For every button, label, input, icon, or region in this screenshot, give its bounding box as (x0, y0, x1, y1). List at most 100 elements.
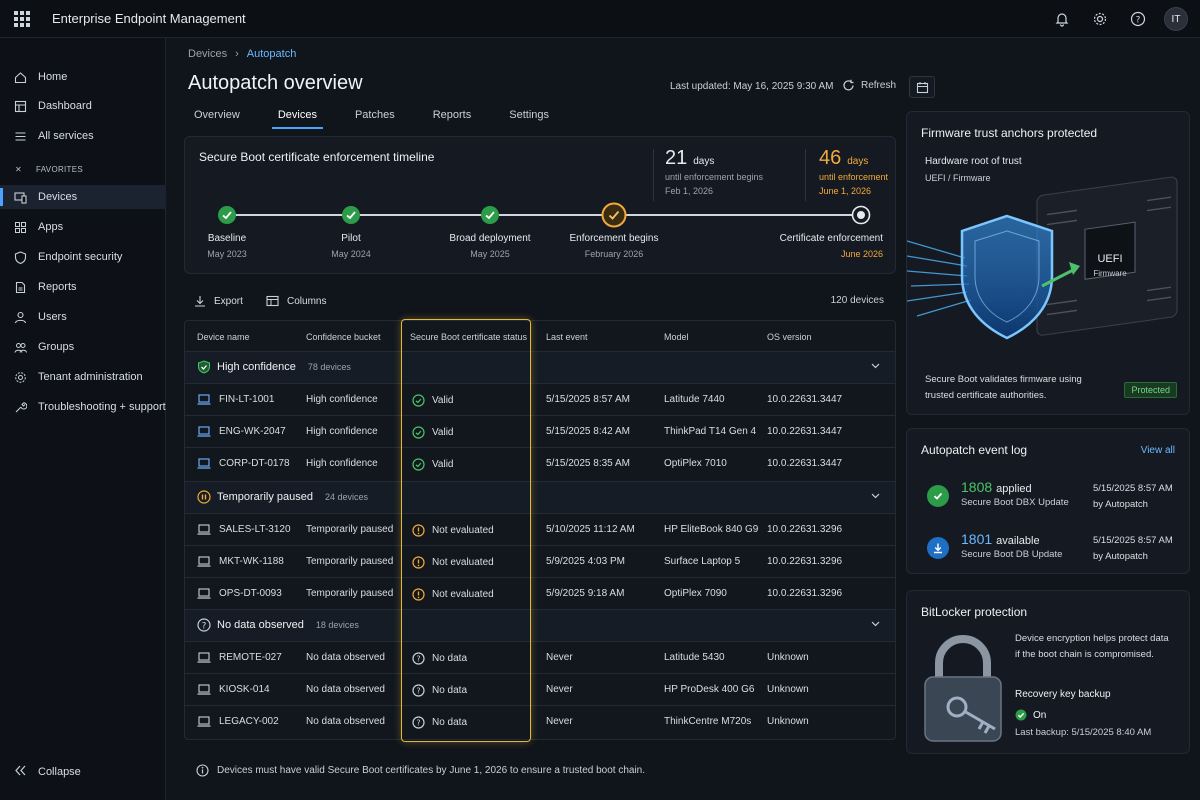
milestone-current-icon (601, 202, 627, 228)
help-icon[interactable]: ? (1126, 7, 1150, 31)
sidebar-item-groups[interactable]: Groups (0, 335, 166, 359)
shield-icon (13, 250, 27, 264)
footnote: Devices must have valid Secure Boot cert… (196, 764, 645, 777)
view-all-link[interactable]: View all (1141, 445, 1175, 456)
milestone-date: June 2026 (840, 249, 883, 259)
calendar-button[interactable] (909, 76, 935, 98)
milestone-label: Baseline (207, 233, 247, 244)
milestone-date: May 2024 (331, 249, 371, 259)
group-row-high-confidence[interactable]: High confidence 78 devices (185, 351, 895, 383)
milestone-date: May 2025 (470, 249, 510, 259)
info-circle-icon (412, 588, 425, 601)
app-launcher-icon[interactable] (14, 10, 30, 27)
download-icon (195, 296, 205, 307)
enforcement-timeline-card: Secure Boot certificate enforcement time… (184, 136, 896, 274)
table-row[interactable]: OPS-DT-0093 Temporarily paused Not evalu… (185, 577, 895, 609)
check-circle-icon (412, 394, 425, 407)
table-row[interactable]: FIN-LT-1001 High confidence Valid 5/15/2… (185, 383, 895, 415)
refresh-icon (843, 79, 854, 91)
sidebar-item-users[interactable]: Users (0, 305, 166, 329)
sidebar-item-reports[interactable]: Reports (0, 275, 166, 299)
columns-button[interactable]: Columns (266, 295, 326, 307)
milestone-baseline-check-icon (217, 205, 237, 225)
tab-settings[interactable]: Settings (503, 107, 555, 129)
timeline-title: Secure Boot certificate enforcement time… (199, 150, 435, 164)
sidebar-item-tenant-administration[interactable]: Tenant administration (0, 365, 166, 389)
protected-badge: Protected (1124, 382, 1177, 398)
event-log-card: Autopatch event log View all 1808 applied… (906, 428, 1190, 574)
laptop-icon (197, 556, 211, 567)
sidebar-item-troubleshooting[interactable]: Troubleshooting + support (0, 395, 166, 419)
column-header-confidence[interactable]: Confidence bucket (306, 332, 381, 342)
info-circle-icon (412, 524, 425, 537)
log-entry[interactable]: 1808 applied Secure Boot DBX Update 5/15/… (925, 479, 1181, 519)
user-avatar[interactable]: IT (1164, 7, 1188, 31)
tab-overview[interactable]: Overview (188, 107, 246, 129)
info-circle-icon (412, 556, 425, 569)
collapse-button[interactable]: Collapse (0, 762, 81, 782)
tab-patches[interactable]: Patches (349, 107, 401, 129)
question-circle-icon: ? (412, 716, 425, 729)
group-row-temporarily-paused[interactable]: Temporarily paused 24 devices (185, 481, 895, 513)
table-row[interactable]: SALES-LT-3120 Temporarily paused Not eva… (185, 513, 895, 545)
chevron-down-icon[interactable] (870, 490, 881, 504)
svg-text:?: ? (416, 655, 420, 664)
milestone-date: February 2026 (584, 249, 644, 259)
milestone-label: Broad deployment (449, 233, 531, 244)
table-row[interactable]: REMOTE-027 No data observed ? No data Nev… (185, 641, 895, 673)
page-title: Autopatch overview (188, 72, 363, 94)
question-icon: ? (197, 618, 211, 632)
chevron-down-icon: ✕ (15, 164, 23, 174)
uefi-shield-illustration: UEFI Firmware (907, 176, 1178, 340)
breadcrumb-separator-icon: › (235, 48, 239, 60)
reports-icon (13, 280, 27, 294)
bell-icon[interactable] (1050, 7, 1074, 31)
breadcrumb-autopatch[interactable]: Autopatch (247, 48, 297, 60)
devices-icon (13, 190, 27, 204)
desktop-icon (197, 458, 211, 469)
sidebar-item-all-services[interactable]: All services (0, 124, 166, 148)
favorites-header[interactable]: ✕ FAVORITES (0, 162, 83, 176)
milestone-date: May 2023 (207, 249, 247, 259)
tab-reports[interactable]: Reports (427, 107, 478, 129)
laptop-icon (197, 394, 211, 405)
check-circle-icon (1015, 709, 1027, 721)
home-icon (13, 70, 27, 84)
chevron-down-icon[interactable] (870, 360, 881, 374)
sidebar-item-endpoint-security[interactable]: Endpoint security (0, 245, 166, 269)
table-row[interactable]: KIOSK-014 No data observed ? No data Neve… (185, 673, 895, 705)
sidebar-item-dashboard[interactable]: Dashboard (0, 94, 166, 118)
svg-text:?: ? (202, 622, 207, 632)
laptop-icon (197, 426, 211, 437)
table-row[interactable]: ENG-WK-2047 High confidence Valid 5/15/2… (185, 415, 895, 447)
milestone-pilot-check-icon (341, 205, 361, 225)
bitlocker-description: Device encryption helps protect data if … (1015, 633, 1169, 660)
gear-icon[interactable] (1088, 7, 1112, 31)
firmware-title: Firmware trust anchors protected (921, 126, 1098, 140)
breadcrumb-devices[interactable]: Devices (188, 48, 227, 60)
table-row[interactable]: MKT-WK-1188 Temporarily paused Not evalu… (185, 545, 895, 577)
sidebar-item-apps[interactable]: Apps (0, 215, 166, 239)
tab-devices[interactable]: Devices (271, 107, 324, 129)
column-header-model[interactable]: Model (664, 332, 689, 342)
last-updated: Last updated: May 16, 2025 9:30 AM (670, 81, 834, 92)
column-header-device-name[interactable]: Device name (197, 332, 250, 342)
columns-icon (266, 295, 279, 307)
table-row[interactable]: CORP-DT-0178 High confidence Valid 5/15/… (185, 447, 895, 479)
milestone-broad-check-icon (480, 205, 500, 225)
table-row[interactable]: LEGACY-002 No data observed ? No data Nev… (185, 705, 895, 737)
sidebar-item-home[interactable]: Home (0, 65, 166, 89)
sidebar-item-devices[interactable]: Devices (0, 185, 166, 209)
apps-icon (13, 220, 27, 234)
log-entry[interactable]: 1801 available Secure Boot DB Update 5/15… (925, 531, 1181, 571)
refresh-button[interactable]: Refresh (842, 79, 896, 92)
chevron-down-icon[interactable] (870, 618, 881, 632)
column-header-secure-boot-status[interactable]: Secure Boot certificate status (410, 332, 527, 342)
question-circle-icon: ? (412, 684, 425, 697)
column-header-os-version[interactable]: OS version (767, 332, 812, 342)
group-row-no-data[interactable]: ? No data observed 18 devices (185, 609, 895, 641)
export-button[interactable]: Export (194, 295, 243, 307)
tab-bar: Overview Devices Patches Reports Setting… (188, 107, 581, 131)
table-toolbar: Export Columns 120 devices (194, 295, 884, 309)
column-header-last-event[interactable]: Last event (546, 332, 588, 342)
